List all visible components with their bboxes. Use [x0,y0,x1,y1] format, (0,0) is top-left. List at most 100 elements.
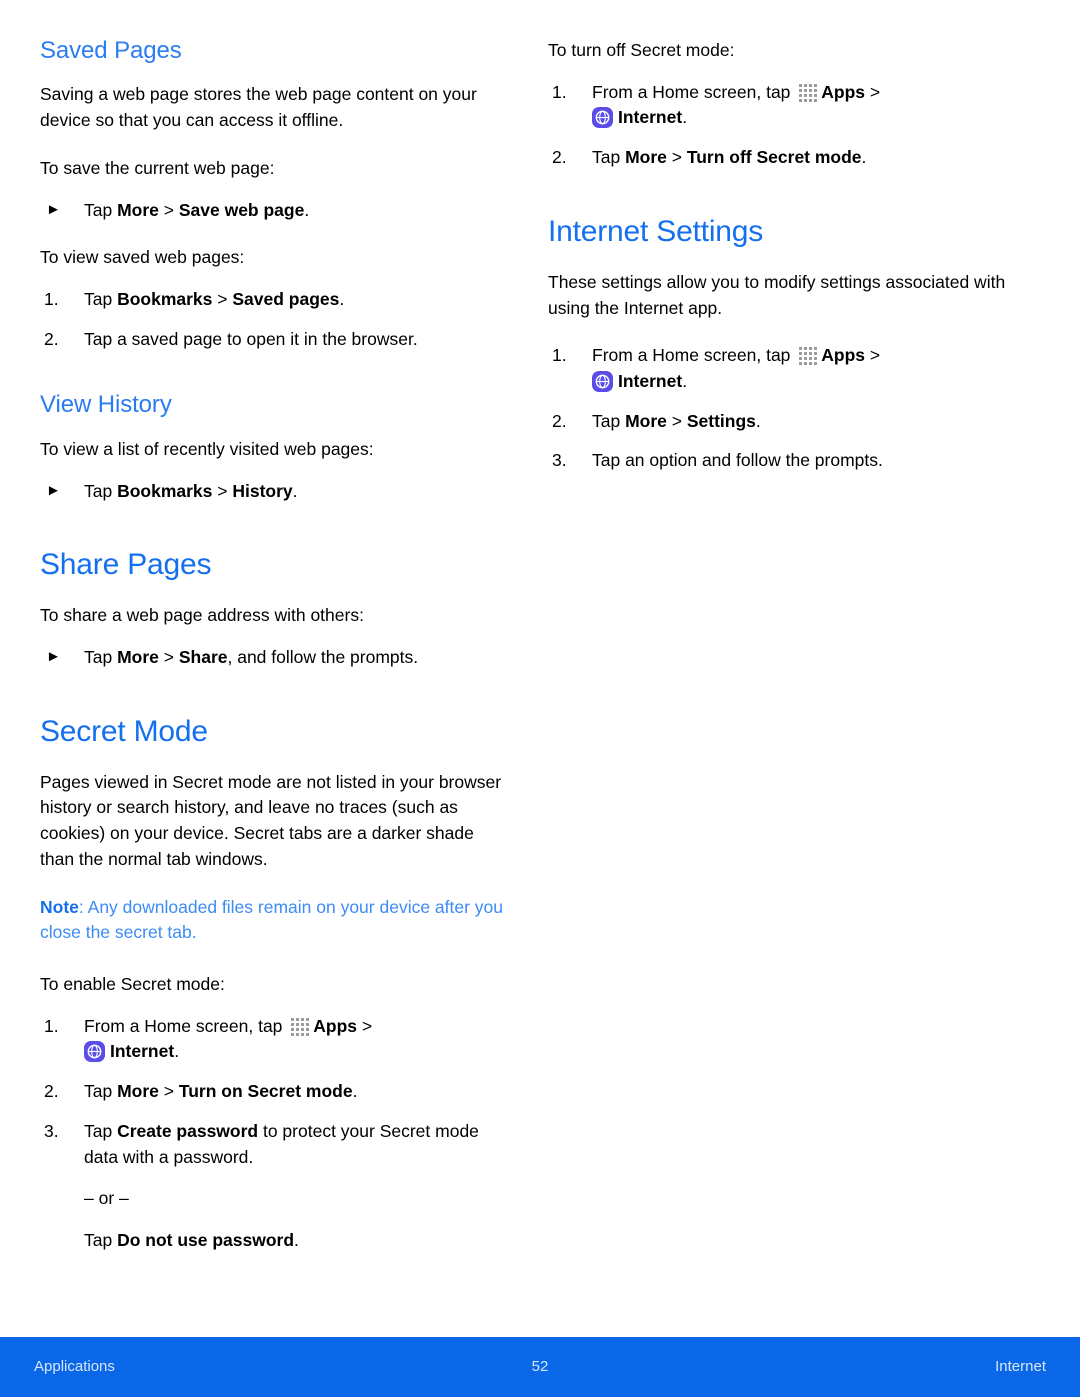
bullet-triangle-icon: ► [46,481,61,499]
left-column: Saved Pages Saving a web page stores the… [40,37,504,1335]
section-heading-view-history: View History [40,391,172,419]
list-item: 1. From a Home screen, tap Apps > Intern… [40,1014,504,1065]
section-heading-secret-mode: Secret Mode [40,714,208,748]
step-text-pre: Tap [84,646,118,667]
footer-page-number: 52 [531,1358,549,1375]
step-text: Tap More > Turn on Secret mode. [84,1081,357,1101]
step-bold-create-password: Create password [117,1120,259,1141]
internet-globe-icon [592,371,613,393]
step-text: Tap More > Settings. [592,411,761,431]
apps-grid-icon [798,346,818,366]
section-heading-internet-settings: Internet Settings [548,214,764,248]
step-text: Tap a saved page to open it in the brows… [84,328,418,349]
step-bold-apps: Apps [821,345,866,366]
step-number: 3. [552,450,567,471]
step-text-pre: Tap [592,147,626,168]
step-bold-do-not-use-password: Do not use password [117,1230,295,1251]
note-label: Note [40,896,79,917]
note-text: : Any downloaded files remain on your de… [40,896,504,943]
list-item: ► Tap More > Share, and follow the promp… [40,645,504,671]
step-separator: > [666,147,687,168]
step-bold-internet: Internet [618,107,683,128]
step-text-post: . [339,288,345,309]
step-bold-apps: Apps [313,1015,358,1036]
step-number: 2. [44,1081,59,1102]
step-bold-settings: Settings [686,410,756,431]
step-number: 2. [552,410,567,431]
secret-mode-intro: Pages viewed in Secret mode are not list… [40,771,502,869]
step-bold-internet: Internet [618,371,683,392]
step-separator: > [865,345,881,366]
step-text-pre: Tap [84,1081,118,1102]
internet-globe-icon [592,107,613,129]
step-text: Tap Bookmarks > Saved pages. [84,289,344,309]
step-bold-more: More [625,410,667,431]
step-bold-history: History [232,480,293,501]
saved-pages-view-lead-in: To view saved web pages: [40,247,245,268]
right-column: To turn off Secret mode: 1. From a Home … [548,38,1012,1335]
secret-mode-enable-lead-in: To enable Secret mode: [40,974,225,994]
list-item: 2. Tap More > Turn on Secret mode. [40,1079,504,1105]
step-bold-share: Share [178,646,228,667]
step-bold-more: More [117,199,159,220]
step-separator: > [158,1081,179,1102]
step-text-pre: Tap [84,199,118,220]
list-item: 1. Tap Bookmarks > Saved pages. [40,287,504,313]
step-bold-bookmarks: Bookmarks [117,480,213,501]
step-bold-save-web-page: Save web page [178,199,305,220]
list-item: 1. From a Home screen, tap Apps > Intern… [548,80,1012,131]
internet-globe-icon [84,1041,105,1063]
step-text-pre: Tap [84,288,118,309]
list-item: 3. Tap Create password to protect your S… [40,1119,504,1254]
step-text: From a Home screen, tap Apps > Internet. [84,1015,373,1063]
saved-pages-save-lead-in: To save the current web page: [40,157,275,178]
secret-mode-note: Note: Any downloaded files remain on you… [40,895,504,946]
step-text: From a Home screen, tap Apps > Internet. [592,81,880,129]
step-bold-bookmarks: Bookmarks [117,288,213,309]
step-bold-saved-pages: Saved pages [232,288,340,309]
step-text: Tap Create password to protect your Secr… [84,1121,479,1167]
step-text-post: . [861,147,867,168]
list-item: ► Tap More > Save web page. [40,198,504,224]
section-heading-saved-pages: Saved Pages [40,37,182,64]
step-number: 1. [552,81,567,102]
step-text-post: . [682,107,688,128]
step-number: 3. [44,1120,59,1141]
alt-text-pre: Tap [84,1230,118,1251]
internet-settings-steps: 1. From a Home screen, tap Apps > Intern… [548,343,1012,474]
list-item: 2. Tap More > Settings. [548,409,1012,435]
step-separator: > [212,480,233,501]
step-number: 1. [552,345,567,366]
step-separator: > [212,288,233,309]
step-text-post: . [352,1081,358,1102]
view-history-lead-in: To view a list of recently visited web p… [40,438,374,459]
page-footer: Applications 52 Internet [0,1337,1080,1397]
step-bold-apps: Apps [821,81,866,102]
list-item: 2. Tap More > Turn off Secret mode. [548,145,1012,171]
apps-grid-icon [798,83,818,102]
step-bold-turn-off-secret-mode: Turn off Secret mode [686,147,862,168]
step-text-pre: Tap [592,410,626,431]
step-separator: > [666,410,687,431]
secret-mode-off-steps: 1. From a Home screen, tap Apps > Intern… [548,80,1012,171]
list-item: 1. From a Home screen, tap Apps > Intern… [548,343,1012,394]
or-separator: – or – [84,1188,129,1209]
step-text-post: . [755,410,761,431]
step-separator: > [158,199,179,220]
saved-pages-view-steps: 1. Tap Bookmarks > Saved pages. 2. Tap a… [40,287,504,352]
step-number: 2. [44,328,59,349]
step-text: Tap an option and follow the prompts. [592,450,883,471]
step-text-pre: From a Home screen, tap [592,81,796,102]
share-pages-steps: ► Tap More > Share, and follow the promp… [40,645,504,671]
saved-pages-intro: Saving a web page stores the web page co… [40,84,477,131]
step-separator: > [357,1015,373,1036]
step-text: Tap More > Turn off Secret mode. [592,147,866,167]
step-separator: > [158,646,179,667]
share-pages-lead-in: To share a web page address with others: [40,605,364,626]
list-item: 3. Tap an option and follow the prompts. [548,448,1012,474]
list-item: 2. Tap a saved page to open it in the br… [40,327,504,353]
step-text-pre: Tap [84,480,118,501]
apps-grid-icon [290,1017,310,1036]
footer-section-label: Internet [995,1358,1046,1375]
list-item: ► Tap Bookmarks > History. [40,479,504,505]
